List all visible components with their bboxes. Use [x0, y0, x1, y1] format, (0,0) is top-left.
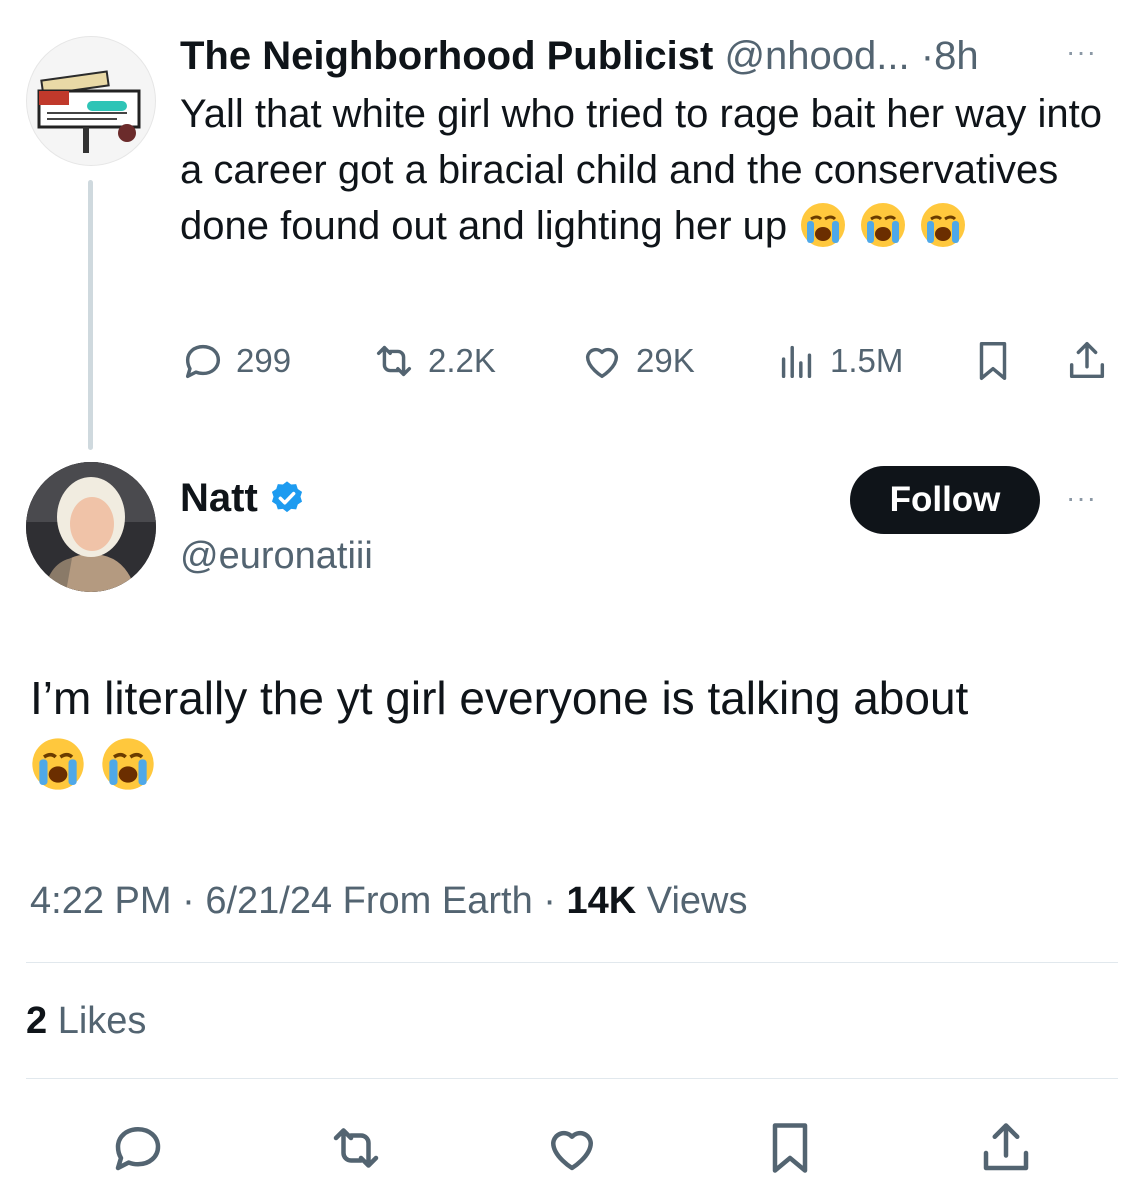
reply-button[interactable]: [98, 1108, 178, 1188]
reply-icon: [185, 344, 221, 379]
tweet-location: From Earth: [342, 880, 533, 922]
parent-bookmark-button[interactable]: [970, 336, 1016, 386]
tweet-metadata: 4:22 PM · 6/21/24 From Earth · 14K Views: [30, 880, 748, 922]
repost-icon: [376, 345, 412, 377]
heart-icon: [551, 1130, 593, 1171]
follow-button[interactable]: Follow: [850, 466, 1040, 534]
tweet-action-bar: [0, 1108, 1144, 1188]
tweet-views-count: 14K: [566, 880, 637, 922]
share-icon: [983, 1123, 1029, 1171]
share-icon: [1069, 342, 1105, 379]
likes-label: Likes: [57, 1000, 147, 1042]
parent-tweet-text-block: Yall that white girl who tried to rage b…: [180, 86, 1110, 254]
parent-repost-count: 2.2K: [428, 342, 496, 379]
parent-repost-button[interactable]: 2.2K: [370, 336, 496, 386]
parent-share-button[interactable]: [1064, 336, 1110, 386]
verified-badge-icon[interactable]: [268, 479, 306, 517]
thread-connector-line: [88, 180, 93, 450]
repost-button[interactable]: [316, 1108, 396, 1188]
parent-views-button[interactable]: 1.5M: [774, 336, 903, 386]
parent-like-count: 29K: [636, 342, 695, 379]
natt-display-name[interactable]: Natt: [180, 470, 258, 526]
like-button[interactable]: [532, 1108, 612, 1188]
tweet-views-label: Views: [646, 880, 748, 922]
repost-icon: [333, 1128, 379, 1168]
bookmark-icon: [979, 342, 1007, 380]
parent-author-name[interactable]: The Neighborhood Publicist: [180, 34, 713, 78]
share-button[interactable]: [966, 1108, 1046, 1188]
reply-icon: [115, 1127, 161, 1171]
publicist-avatar[interactable]: [26, 36, 156, 166]
crying-face-emoji-icon: [861, 203, 906, 247]
natt-avatar[interactable]: [26, 462, 156, 592]
crying-face-emoji-icon: [32, 738, 84, 790]
publicist-logo: [37, 70, 141, 153]
parent-more-icon[interactable]: ···: [1066, 36, 1097, 68]
natt-name-row: Natt: [180, 470, 306, 526]
crying-face-emoji-icon: [921, 203, 966, 247]
profile-photo: [26, 462, 156, 592]
parent-like-button[interactable]: 29K: [578, 336, 695, 386]
tweet-date[interactable]: 6/21/24: [205, 880, 332, 922]
parent-view-count: 1.5M: [830, 342, 904, 379]
likes-count: 2: [26, 1000, 48, 1042]
natt-handle[interactable]: @euronatiii: [180, 528, 373, 584]
tweet-emoji-row: [30, 736, 170, 792]
bookmark-button[interactable]: [750, 1108, 830, 1188]
divider: [26, 962, 1118, 963]
parent-reply-count: 299: [236, 342, 292, 379]
bookmark-icon: [772, 1123, 808, 1173]
likes-summary[interactable]: 2 Likes: [26, 994, 146, 1048]
parent-author-handle[interactable]: @nhood...: [724, 34, 909, 78]
heart-icon: [585, 347, 619, 379]
tweet-text: I’m literally the yt girl everyone is ta…: [30, 672, 969, 724]
header-separator: ·: [920, 34, 935, 78]
parent-tweet-header: The Neighborhood Publicist @nhood... ·8h: [180, 28, 979, 84]
crying-face-emoji-icon: [801, 203, 846, 247]
parent-time-ago[interactable]: 8h: [934, 34, 979, 78]
tweet-time[interactable]: 4:22 PM: [30, 880, 172, 922]
divider: [26, 1078, 1118, 1079]
tweet-more-icon[interactable]: ···: [1066, 482, 1097, 514]
views-chart-icon: [781, 345, 812, 379]
crying-face-emoji-icon: [102, 738, 154, 790]
parent-reply-button[interactable]: 299: [180, 336, 291, 386]
